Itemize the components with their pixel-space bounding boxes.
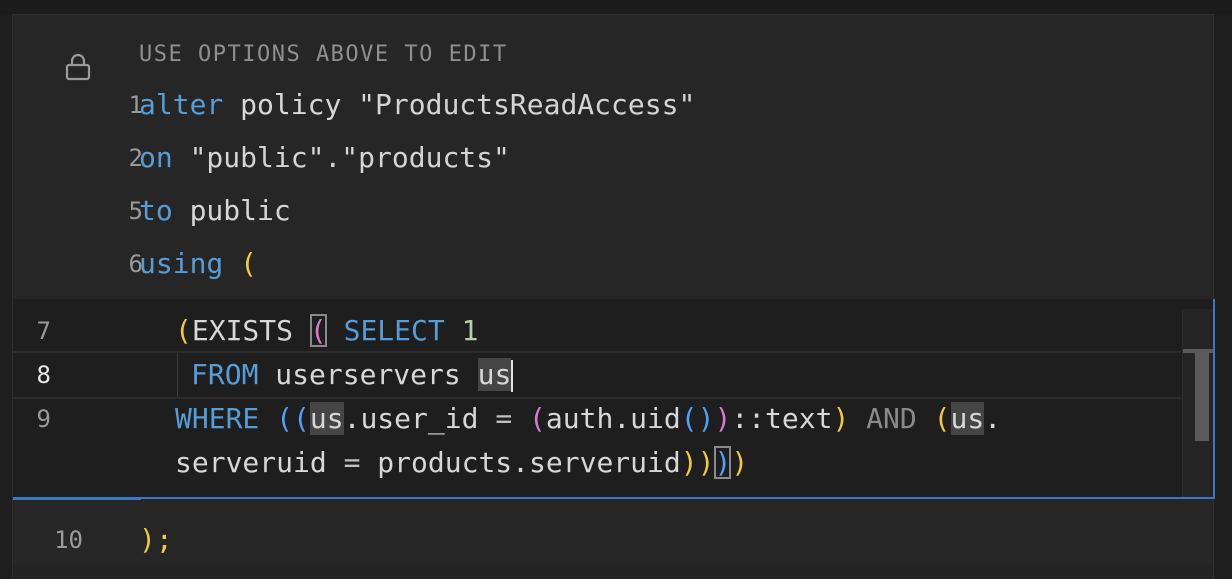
line-number: 6 bbox=[128, 250, 143, 278]
code-line[interactable]: 2 on "public"."products" bbox=[13, 132, 1213, 184]
text-cursor bbox=[511, 360, 514, 392]
code-line[interactable]: 5 to public bbox=[13, 185, 1213, 237]
code-text: (EXISTS ( SELECT 1 bbox=[175, 314, 479, 347]
code-line[interactable]: 7 (EXISTS ( SELECT 1 bbox=[13, 309, 1181, 353]
code-line-current[interactable]: 8 FROM userservers us bbox=[13, 351, 1181, 399]
top-bar bbox=[0, 0, 1232, 14]
sql-editor[interactable]: USE OPTIONS ABOVE TO EDIT 1 alter policy… bbox=[12, 14, 1215, 579]
code-line[interactable]: 1 alter policy "ProductsReadAccess" bbox=[13, 79, 1213, 131]
readonly-notice: USE OPTIONS ABOVE TO EDIT bbox=[139, 42, 508, 67]
code-text: WHERE ((us.user_id = (auth.uid())::text)… bbox=[175, 402, 1002, 435]
focus-border bbox=[13, 497, 1215, 499]
vertical-scrollbar[interactable] bbox=[1182, 309, 1213, 497]
code-text: on "public"."products" bbox=[139, 141, 510, 174]
lock-icon bbox=[65, 53, 91, 81]
line-number: 7 bbox=[36, 317, 51, 345]
focus-border-accent bbox=[13, 497, 141, 500]
code-text: alter policy "ProductsReadAccess" bbox=[139, 88, 696, 121]
code-line[interactable]: 9 WHERE ((us.user_id = (auth.uid())::tex… bbox=[13, 397, 1181, 441]
code-text: serveruid = products.serveruid)))) bbox=[175, 446, 749, 479]
code-text: FROM userservers us bbox=[191, 358, 514, 392]
line-number: 9 bbox=[36, 405, 51, 433]
code-line[interactable]: 6 using ( bbox=[13, 238, 1213, 290]
code-line-wrapped[interactable]: serveruid = products.serveruid)))) bbox=[13, 441, 1181, 485]
editable-expression-region[interactable]: 7 (EXISTS ( SELECT 1 8 FROM userservers … bbox=[13, 299, 1215, 497]
indent-guide bbox=[177, 353, 178, 397]
line-number: 10 bbox=[54, 526, 83, 554]
code-text: ); bbox=[139, 523, 173, 556]
code-text: to public bbox=[139, 194, 291, 227]
line-number: 5 bbox=[128, 197, 143, 225]
line-number: 2 bbox=[128, 144, 143, 172]
code-line[interactable]: 10 ); bbox=[13, 515, 1213, 565]
code-text: using ( bbox=[139, 247, 258, 280]
editor-footer bbox=[13, 565, 1213, 579]
readonly-notice-row: USE OPTIONS ABOVE TO EDIT bbox=[13, 29, 1213, 81]
line-number: 1 bbox=[128, 91, 143, 119]
scrollbar-thumb[interactable] bbox=[1195, 351, 1209, 441]
line-number: 8 bbox=[36, 361, 51, 389]
